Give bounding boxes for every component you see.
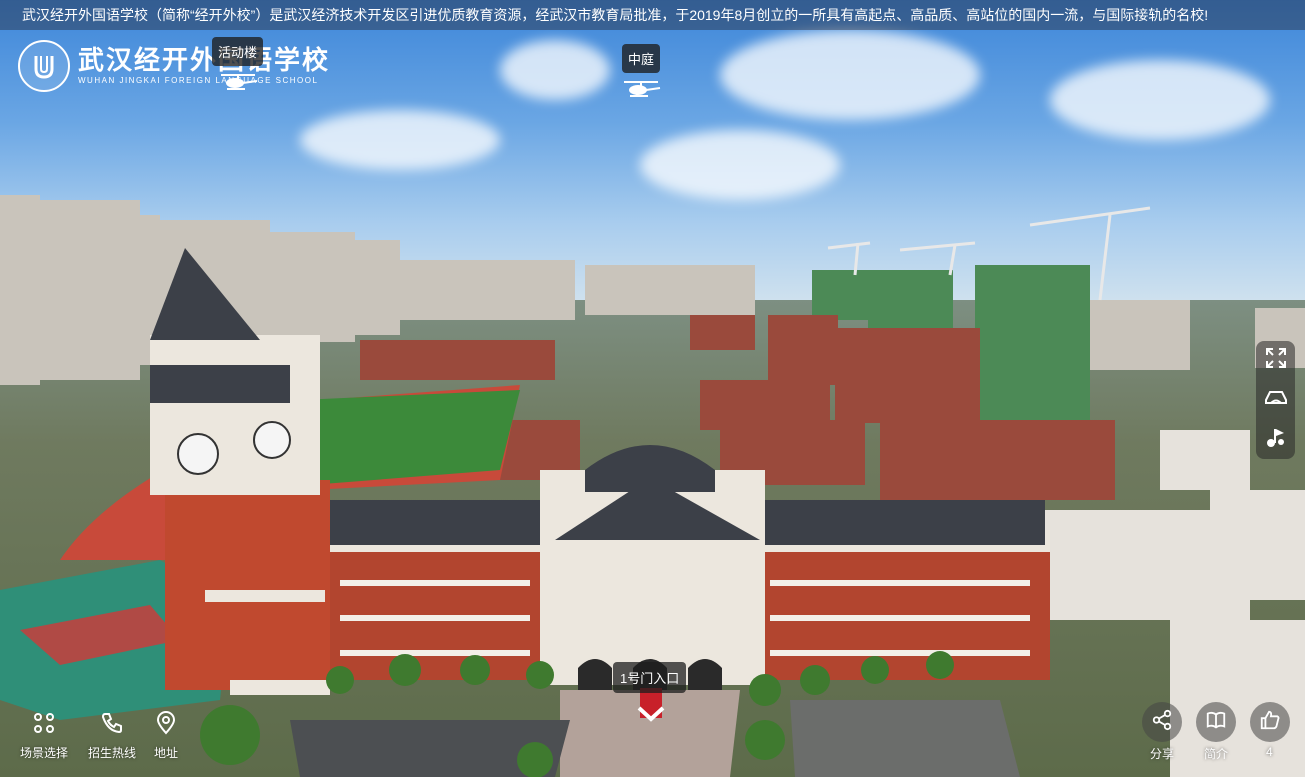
thumbs-up-icon (1259, 709, 1281, 736)
intro-ticker: 武汉经开外国语学校（简称“经开外校”）是武汉经济技术开发区引进优质教育资源，经武… (0, 0, 1305, 30)
share-icon (1151, 709, 1173, 736)
right-toolbar (1256, 341, 1295, 459)
school-emblem-icon (18, 40, 70, 92)
location-pin-icon (154, 711, 178, 738)
hotspot-entrance-label[interactable]: 1号门入口 (613, 662, 687, 693)
grid-icon (32, 711, 56, 738)
school-logo: 武汉经开外国语学校 WUHAN JINGKAI FOREIGN LANGUAGE… (18, 40, 330, 92)
share-label: 分享 (1150, 747, 1175, 761)
address-label: 地址 (154, 746, 179, 760)
book-icon (1205, 709, 1227, 736)
share-button[interactable] (1142, 702, 1182, 742)
like-button[interactable] (1250, 702, 1290, 742)
hotspot-activity-building[interactable]: 活动楼 (212, 37, 264, 97)
hotline-button[interactable]: 招生热线 (88, 711, 136, 761)
helicopter-icon (217, 72, 259, 97)
vr-glasses-icon[interactable] (1264, 385, 1288, 414)
phone-icon (100, 711, 124, 738)
like-count: 4 (1266, 745, 1273, 759)
helicopter-icon (620, 79, 662, 104)
hotspot-courtyard[interactable]: 中庭 (620, 44, 662, 104)
campus-illustration (0, 195, 1305, 777)
school-name-cn: 武汉经开外国语学校 (78, 45, 331, 75)
panorama-view[interactable] (0, 0, 1305, 777)
hotline-label: 招生热线 (88, 746, 137, 760)
hotspot-label: 活动楼 (212, 37, 264, 66)
entrance-arrow-icon[interactable] (636, 704, 666, 729)
intro-label: 简介 (1204, 747, 1229, 761)
scene-select-label: 场景选择 (20, 746, 69, 760)
hotspot-label: 中庭 (621, 44, 660, 73)
school-name-en: WUHAN JINGKAI FOREIGN LANGUAGE SCHOOL (78, 76, 319, 85)
fullscreen-icon[interactable] (1264, 346, 1288, 375)
intro-button[interactable] (1196, 702, 1236, 742)
address-button[interactable]: 地址 (154, 711, 178, 761)
music-icon[interactable] (1264, 425, 1288, 454)
scene-select-button[interactable]: 场景选择 (20, 711, 68, 761)
